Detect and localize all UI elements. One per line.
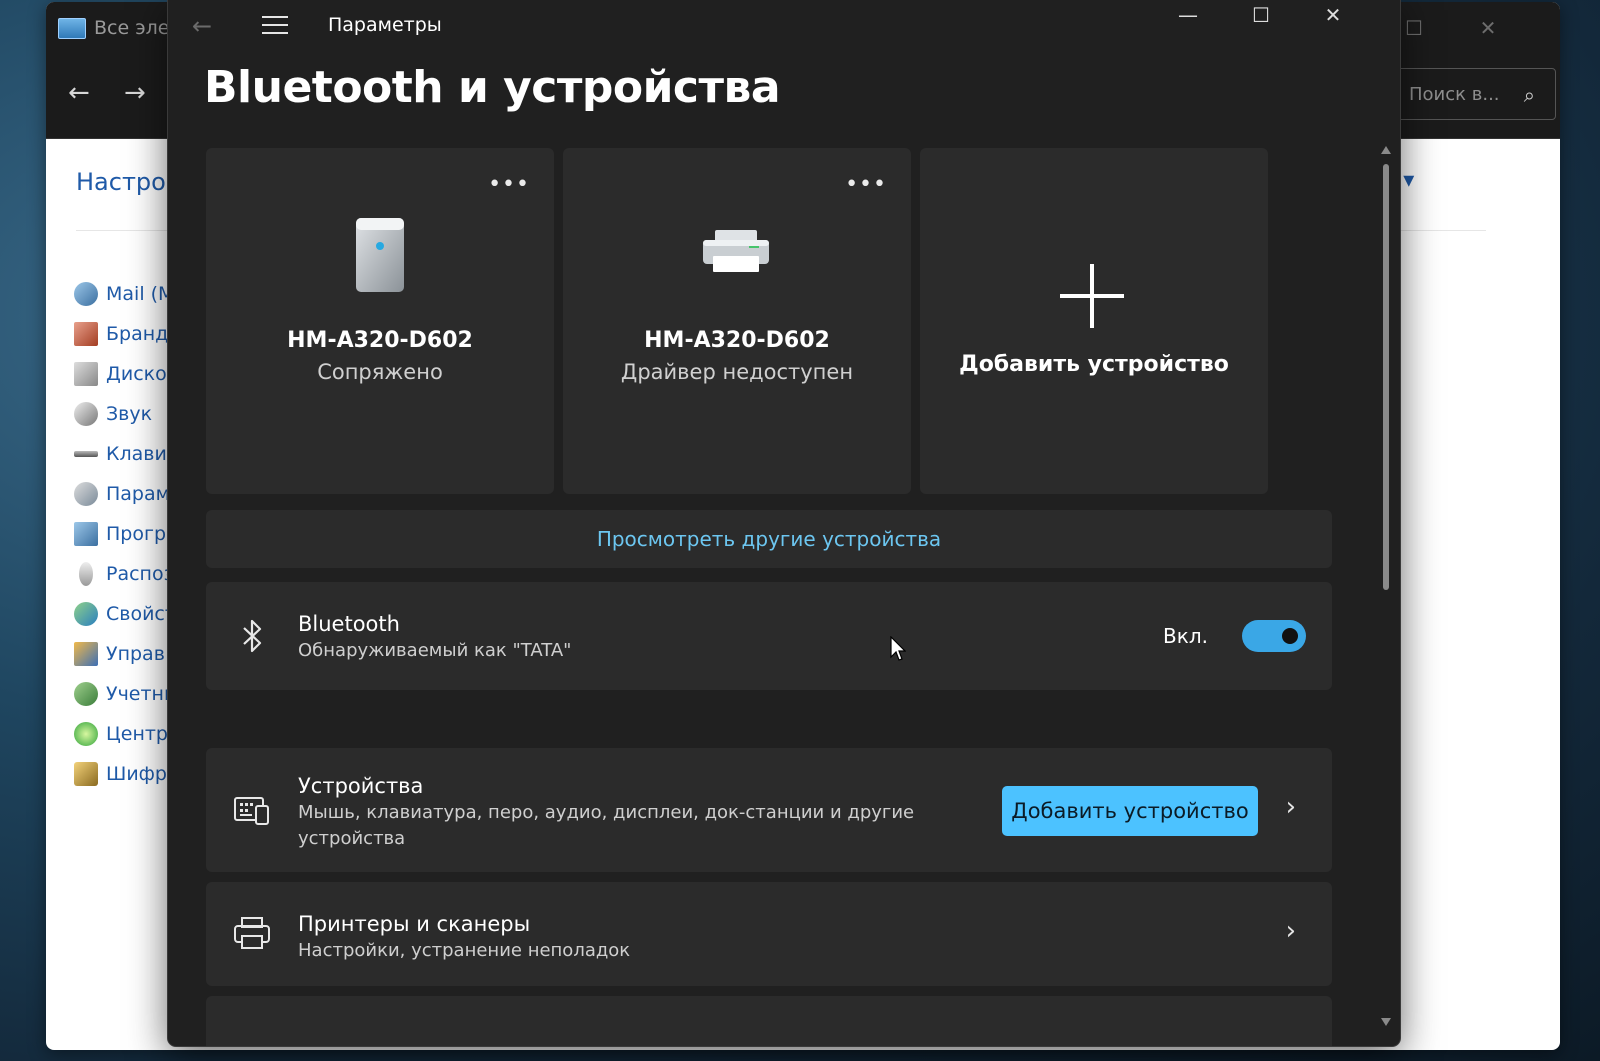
encryption-key-icon	[74, 762, 98, 786]
chevron-right-icon[interactable]: ›	[1286, 916, 1296, 946]
control-panel-maximize-icon[interactable]: ☐	[1400, 16, 1428, 40]
control-panel-tab[interactable]: Все элем	[58, 16, 184, 40]
device-card[interactable]: ••• HM-A320-D602 Драйвер недоступен	[563, 148, 911, 494]
scrollbar[interactable]	[1380, 146, 1392, 1026]
view-more-devices-link[interactable]: Просмотреть другие устройства	[206, 510, 1332, 568]
list-item[interactable]: Клави	[74, 434, 179, 474]
minimize-icon[interactable]: —	[1165, 0, 1211, 34]
window-title: Параметры	[328, 14, 442, 36]
search-placeholder: Поиск в...	[1409, 84, 1500, 105]
mouse-cursor-icon	[890, 636, 906, 661]
chevron-right-icon[interactable]: ›	[1286, 792, 1296, 822]
bluetooth-toggle[interactable]	[1242, 620, 1306, 652]
settings-titlebar: ← Параметры — ☐ ✕	[168, 0, 1400, 56]
close-icon[interactable]: ✕	[1310, 0, 1356, 34]
printers-row[interactable]: Принтеры и сканеры Настройки, устранение…	[206, 882, 1332, 986]
bluetooth-row[interactable]: Bluetooth Обнаруживаемый как "TATA" Вкл.	[206, 582, 1332, 690]
bluetooth-title: Bluetooth	[298, 612, 400, 636]
list-item[interactable]: Диско	[74, 354, 179, 394]
control-panel-close-icon[interactable]: ✕	[1474, 16, 1502, 40]
scrollbar-thumb[interactable]	[1383, 164, 1389, 590]
plus-icon	[1060, 264, 1124, 328]
sync-center-icon	[74, 722, 98, 746]
control-panel-heading: Настрой	[76, 168, 182, 196]
firewall-icon	[74, 322, 98, 346]
device-name: HM-A320-D602	[644, 328, 830, 353]
back-arrow-icon[interactable]: ←	[192, 12, 218, 42]
list-item[interactable]: Бранд	[74, 314, 179, 354]
maximize-icon[interactable]: ☐	[1238, 0, 1284, 34]
settings-icon	[74, 482, 98, 506]
printers-title: Принтеры и сканеры	[298, 912, 531, 936]
list-item[interactable]: Mail (M	[74, 274, 179, 314]
back-arrow-icon[interactable]: ←	[68, 78, 90, 108]
devices-title: Устройства	[298, 774, 424, 798]
disk-icon	[74, 362, 98, 386]
add-device-card[interactable]: Добавить устройство	[920, 148, 1268, 494]
bluetooth-subtitle: Обнаруживаемый как "TATA"	[298, 640, 572, 661]
control-panel-search-input[interactable]: Поиск в... ⌕	[1378, 68, 1556, 120]
list-item[interactable]: Центр	[74, 714, 179, 754]
add-device-label: Добавить устройство	[959, 352, 1229, 377]
list-item[interactable]: Шифро	[74, 754, 179, 794]
microphone-icon	[79, 562, 93, 586]
forward-arrow-icon[interactable]: →	[124, 78, 146, 108]
user-accounts-icon	[74, 682, 98, 706]
add-device-button[interactable]: Добавить устройство	[1002, 786, 1258, 836]
scroll-down-icon[interactable]	[1381, 1018, 1391, 1026]
page-title: Bluetooth и устройства	[204, 62, 781, 113]
settings-window: ← Параметры — ☐ ✕ Bluetooth и устройства…	[168, 0, 1400, 1046]
management-icon	[74, 642, 98, 666]
printer-icon	[234, 917, 270, 949]
hamburger-menu-icon[interactable]	[262, 16, 288, 38]
more-options-icon[interactable]: •••	[845, 172, 887, 197]
mail-icon	[74, 282, 98, 306]
device-name: HM-A320-D602	[287, 328, 473, 353]
device-status: Сопряжено	[317, 360, 443, 384]
list-item[interactable]: Прогр	[74, 514, 179, 554]
list-item[interactable]: Учетны	[74, 674, 179, 714]
control-panel-icon	[58, 17, 86, 39]
list-item[interactable]: Управ	[74, 634, 179, 674]
list-item[interactable]: Парам	[74, 474, 179, 514]
keyboard-icon	[74, 451, 98, 457]
more-options-icon[interactable]: •••	[488, 172, 530, 197]
control-panel-list: Mail (M Бранд Диско Звук Клави Парам Про…	[74, 274, 179, 794]
list-item[interactable]: Свойст	[74, 594, 179, 634]
printers-subtitle: Настройки, устранение неполадок	[298, 940, 631, 961]
speaker-icon	[356, 218, 404, 292]
list-item[interactable]: Звук	[74, 394, 179, 434]
sound-icon	[74, 402, 98, 426]
search-icon: ⌕	[1523, 83, 1535, 107]
internet-options-icon	[74, 602, 98, 626]
devices-subtitle: Мышь, клавиатура, перо, аудио, дисплеи, …	[298, 802, 915, 849]
scroll-up-icon[interactable]	[1381, 146, 1391, 154]
programs-icon	[74, 522, 98, 546]
device-card[interactable]: ••• HM-A320-D602 Сопряжено	[206, 148, 554, 494]
devices-icon	[234, 797, 269, 825]
device-status: Драйвер недоступен	[620, 360, 854, 384]
list-item[interactable]	[206, 996, 1332, 1046]
list-item[interactable]: Распоз	[74, 554, 179, 594]
devices-row[interactable]: Устройства Мышь, клавиатура, перо, аудио…	[206, 748, 1332, 872]
bluetooth-toggle-label: Вкл.	[1163, 624, 1208, 648]
bluetooth-icon	[243, 619, 262, 653]
printer-icon	[703, 230, 769, 272]
